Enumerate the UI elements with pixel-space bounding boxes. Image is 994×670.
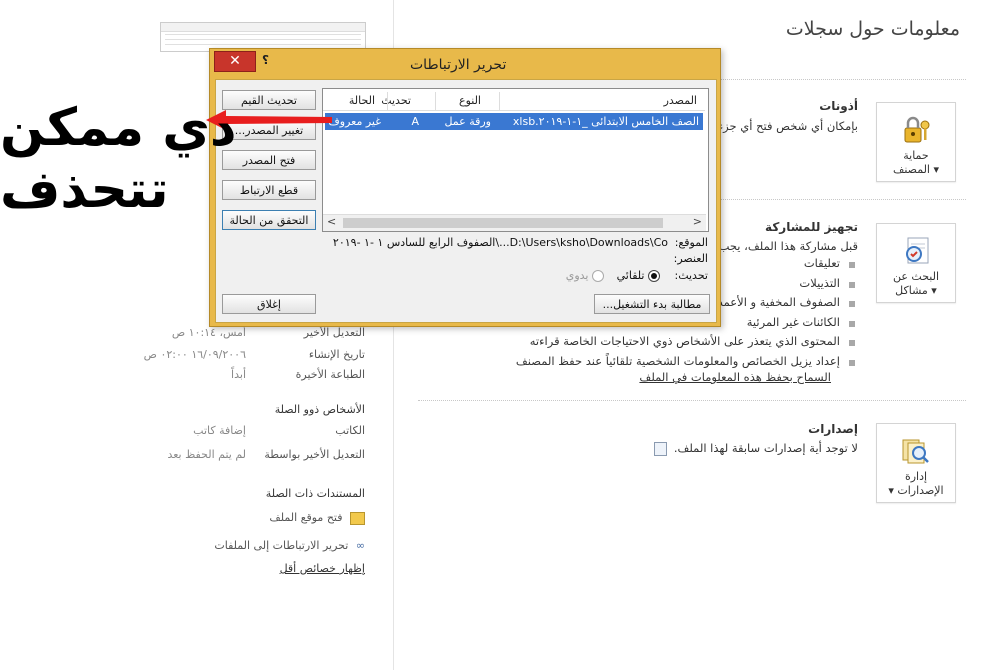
- edit-links-dialog: ✕ ؟ تحرير الارتباطات تحديث القيم تغيير ا…: [209, 48, 721, 327]
- prop-author: الكاتب: [335, 424, 365, 437]
- manual-update-option[interactable]: يدوي: [566, 269, 604, 282]
- startup-prompt-button[interactable]: مطالبة بدء التشغيل...: [594, 294, 710, 314]
- scroll-right-icon[interactable]: >: [693, 215, 702, 228]
- item-label: العنصر:: [673, 252, 708, 265]
- check-for-issues-button[interactable]: البحث عن مشاكل ▾: [876, 223, 956, 303]
- add-author-link[interactable]: إضافة كاتب: [193, 424, 246, 437]
- link-chain-icon: ∞: [355, 539, 365, 552]
- prepare-text: قبل مشاركة هذا الملف، يجب: [718, 239, 858, 253]
- location-value: D:\Users\ksho\Downloads\Co...\الصفوف الر…: [332, 236, 668, 249]
- row-status: غير معروف: [328, 115, 381, 128]
- scroll-thumb[interactable]: [343, 218, 663, 228]
- dialog-titlebar[interactable]: ✕ ؟ تحرير الارتباطات: [210, 49, 720, 79]
- row-source: الصف الخامس الابتدائى _١-١-٢٠١٩.xlsb: [512, 115, 699, 128]
- edit-links-link[interactable]: ∞ تحرير الارتباطات إلى الملفات: [214, 539, 365, 552]
- prop-last-modified-by-value: لم يتم الحفظ بعد: [167, 448, 246, 461]
- issues-button-line1: البحث عن: [892, 270, 940, 283]
- related-people-heading: الأشخاص ذوو الصلة: [274, 403, 365, 416]
- divider-3: [418, 400, 966, 401]
- folder-open-icon: [350, 511, 365, 525]
- page-title: معلومات حول سجلات: [785, 18, 960, 40]
- permissions-text: بإمكان أي شخص فتح أي جزء: [717, 119, 858, 133]
- manual-radio[interactable]: [592, 270, 604, 282]
- col-status[interactable]: الحالة: [349, 94, 375, 107]
- issues-button-line2: مشاكل: [895, 284, 928, 297]
- help-icon[interactable]: ؟: [262, 53, 269, 67]
- location-label: الموقع:: [674, 236, 708, 249]
- prop-printed-value: أبداً: [231, 368, 246, 381]
- versions-button-line2: الإصدارات: [897, 484, 944, 497]
- open-file-location-link[interactable]: فتح موقع الملف: [269, 511, 365, 525]
- dialog-title: تحرير الارتباطات: [410, 57, 507, 73]
- versions-doc-icon: [654, 441, 668, 456]
- links-table-header: المصدر النوع تحديث الحالة: [323, 92, 705, 111]
- prepare-title: تجهيز للمشاركة: [765, 220, 858, 234]
- related-docs-heading: المستندات ذات الصلة: [265, 487, 365, 500]
- links-table[interactable]: المصدر النوع تحديث الحالة الصف الخامس ال…: [322, 88, 709, 232]
- row-type: ورقة عمل: [444, 115, 491, 128]
- dialog-close-button[interactable]: إغلاق: [222, 294, 316, 314]
- prop-modified-value: أمس، ١٠:١٤ ص: [171, 326, 246, 339]
- col-update[interactable]: تحديث: [381, 94, 411, 107]
- chevron-down-icon: ▾: [888, 484, 894, 497]
- lock-keys-icon: [899, 113, 933, 147]
- chevron-down-icon: ▾: [931, 284, 937, 297]
- prop-printed: الطباعة الأخيرة: [295, 368, 365, 381]
- chevron-down-icon: ▾: [933, 163, 940, 176]
- versions-title: إصدارات: [808, 422, 858, 436]
- protect-workbook-button[interactable]: حماية المصنف ▾: [876, 102, 956, 182]
- annotation-line1: دي ممكن: [0, 98, 237, 158]
- protect-button-line1: حماية: [903, 149, 929, 162]
- annotation-line2: تتحذف: [0, 160, 169, 220]
- auto-update-option[interactable]: تلقائي: [617, 269, 660, 282]
- scroll-left-icon[interactable]: <: [327, 215, 336, 228]
- manage-versions-button[interactable]: إدارة ▾ الإصدارات: [876, 423, 956, 503]
- prop-created-value: ١٦/٠٩/٢٠٠٦ ٠٢:٠٠ ص: [143, 348, 246, 361]
- update-label: تحديث:: [674, 269, 708, 282]
- versions-text-value: لا توجد أية إصدارات سابقة لهذا الملف.: [673, 441, 858, 455]
- table-row[interactable]: الصف الخامس الابتدائى _١-١-٢٠١٩.xlsb ورق…: [325, 113, 703, 130]
- prop-last-modified-by: التعديل الأخير بواسطة: [264, 448, 365, 461]
- horizontal-scrollbar[interactable]: < >: [323, 214, 706, 231]
- check-status-button[interactable]: التحقق من الحالة: [222, 210, 316, 230]
- versions-button-line1: إدارة: [904, 470, 928, 483]
- close-icon[interactable]: ✕: [214, 51, 256, 72]
- col-source[interactable]: المصدر: [664, 94, 697, 107]
- inspect-document-icon: [899, 234, 933, 268]
- protect-button-line2: المصنف: [892, 163, 930, 176]
- prop-created: تاريخ الإنشاء: [308, 348, 365, 361]
- versions-text: لا توجد أية إصدارات سابقة لهذا الملف.: [654, 441, 858, 456]
- row-update: A: [411, 115, 419, 128]
- list-item: إعداد يزيل الخصائص والمعلومات الشخصية تل…: [516, 352, 858, 372]
- col-type[interactable]: النوع: [459, 94, 481, 107]
- break-link-button[interactable]: قطع الارتباط: [222, 180, 316, 200]
- prop-modified: التعديل الأخير: [303, 326, 365, 339]
- permissions-title: أذونات: [819, 99, 858, 113]
- show-fewer-properties-link[interactable]: إظهار خصائص أقل: [280, 562, 365, 575]
- auto-radio[interactable]: [648, 270, 660, 282]
- allow-save-info-link[interactable]: السماح بحفظ هذه المعلومات في الملف: [639, 370, 831, 384]
- manage-versions-icon: [899, 434, 933, 468]
- list-item: المحتوى الذي يتعذر على الأشخاص ذوي الاحت…: [516, 332, 858, 352]
